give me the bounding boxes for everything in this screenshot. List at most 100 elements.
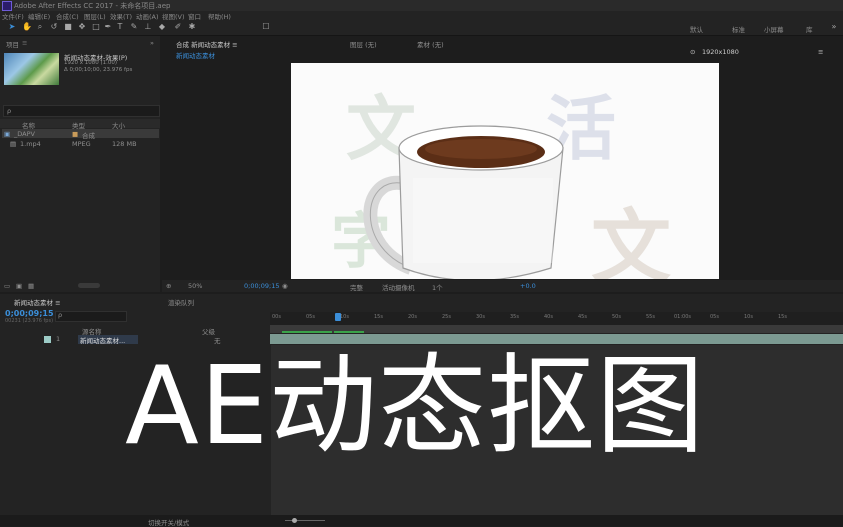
playhead[interactable]: [335, 313, 341, 321]
footage-icon: ▤: [10, 140, 17, 148]
zoom-slider[interactable]: [285, 520, 325, 521]
project-row-footage[interactable]: ▤ 1.mp4 MPEG 128 MB: [2, 139, 159, 148]
cache-indicator: [334, 331, 364, 333]
footage-tab[interactable]: 素材 (无): [417, 39, 444, 49]
app-icon: [2, 1, 12, 11]
ruler-tick: 55s: [646, 314, 655, 320]
timeline-tab[interactable]: 新闻动态素材 ≡: [14, 297, 61, 307]
ruler-tick: 05s: [306, 314, 315, 320]
layer-name: 新闻动态素材...: [80, 337, 126, 345]
workspace-default[interactable]: 默认: [690, 24, 703, 34]
ruler-tick: 15s: [374, 314, 383, 320]
project-scroll[interactable]: [78, 283, 100, 288]
search-icon: ρ: [58, 311, 63, 319]
zoom-slider-handle[interactable]: [292, 518, 297, 523]
pan-behind-tool-icon[interactable]: ✥: [78, 23, 86, 31]
row-name: _DAPV: [14, 130, 35, 138]
snapshot-icon[interactable]: ◉: [282, 282, 288, 290]
camera-dropdown[interactable]: 活动摄像机: [382, 282, 415, 292]
more-workspaces-icon[interactable]: »: [830, 23, 838, 31]
composition-subtab[interactable]: 新闻动态素材: [176, 50, 215, 60]
rectangle-tool-icon[interactable]: □: [92, 23, 100, 31]
selection-tool-icon[interactable]: ➤: [8, 23, 16, 31]
tools-toolbar: ➤ ✋ ⌕ ↺ ■ ✥ □ ✒ T ✎ ⊥ ◆ ✐ ✱ ☐ 默认 标准 小屏幕 …: [0, 20, 843, 36]
interpret-footage-icon[interactable]: ▭: [4, 282, 10, 290]
viewer-menu-icon[interactable]: ≡: [818, 48, 823, 56]
camera-tool-icon[interactable]: ■: [64, 23, 72, 31]
ruler-tick: 20s: [408, 314, 417, 320]
exposure-value[interactable]: +0.0: [520, 282, 536, 290]
time-ruler[interactable]: 00s 05s 10s 15s 20s 25s 30s 35s 40s 45s …: [270, 312, 843, 326]
new-folder-icon[interactable]: ▣: [16, 282, 22, 290]
ruler-tick: 05s: [710, 314, 719, 320]
row-name: 1.mp4: [20, 140, 41, 148]
status-bar: 切换开关/模式: [0, 515, 843, 527]
brush-tool-icon[interactable]: ✎: [130, 23, 138, 31]
hand-tool-icon[interactable]: ✋: [22, 23, 32, 31]
magnification-icon[interactable]: ⊕: [166, 282, 171, 290]
timeline-timecode[interactable]: 0;00;09;15: [5, 309, 54, 318]
layer-tab[interactable]: 图层 (无): [350, 39, 377, 49]
viewer-timecode[interactable]: 0;00;09;15: [244, 282, 280, 290]
frame-info: 00231 (23.976 fps): [5, 318, 54, 324]
layer-label-color[interactable]: [44, 336, 51, 343]
lock-icon: ⊙: [690, 48, 696, 56]
cache-indicator: [282, 331, 332, 333]
ruler-tick: 25s: [442, 314, 451, 320]
project-search-input[interactable]: ρ: [3, 105, 160, 117]
puppet-tool-icon[interactable]: ✱: [188, 23, 196, 31]
work-area-bar[interactable]: [270, 325, 843, 333]
pen-tool-icon[interactable]: ✒: [104, 23, 112, 31]
panel-menu-icon[interactable]: ≡: [22, 39, 27, 47]
row-size: 128 MB: [112, 140, 137, 148]
label-color-icon: ■: [72, 130, 79, 138]
ruler-tick: 15s: [778, 314, 787, 320]
render-queue-tab[interactable]: 渲染队列: [168, 297, 194, 307]
eraser-tool-icon[interactable]: ◆: [158, 23, 166, 31]
project-item-dimensions: 1920 x 1080 (1.00): [64, 60, 118, 66]
row-type: MPEG: [72, 140, 91, 148]
views-dropdown[interactable]: 1个: [432, 282, 443, 292]
project-row-composition[interactable]: ▣ _DAPV ■ 合成: [2, 129, 159, 140]
workspace-library[interactable]: 库: [806, 24, 813, 34]
window-title: Adobe After Effects CC 2017 - 未命名项目.aep: [14, 2, 171, 10]
footage-thumbnail: [4, 53, 59, 85]
layer-duration-bar[interactable]: [270, 334, 843, 344]
overlay-title: AE动态抠图: [125, 344, 706, 469]
rotate-tool-icon[interactable]: ↺: [50, 23, 58, 31]
resolution-dropdown[interactable]: 完整: [350, 282, 363, 292]
watermark-glyph: 文: [591, 200, 671, 279]
ruler-tick: 10s: [340, 314, 349, 320]
ruler-tick: 50s: [612, 314, 621, 320]
ruler-tick: 45s: [578, 314, 587, 320]
workspace-standard[interactable]: 标准: [732, 24, 745, 34]
ruler-tick: 40s: [544, 314, 553, 320]
ruler-tick: 10s: [744, 314, 753, 320]
project-column-header: 名称 类型 大小: [0, 119, 160, 130]
zoom-dropdown[interactable]: 50%: [188, 282, 202, 290]
ruler-tick: 30s: [476, 314, 485, 320]
snapping-checkbox[interactable]: ☐: [262, 23, 270, 31]
resolution-label: 1920x1080: [702, 48, 739, 56]
layer-index: 1: [56, 335, 61, 343]
clone-stamp-tool-icon[interactable]: ⊥: [144, 23, 152, 31]
viewer-controls-bar: ⊕ 50% 0;00;09;15 ◉ 完整 活动摄像机 1个 +0.0: [162, 280, 843, 292]
type-tool-icon[interactable]: T: [116, 23, 124, 31]
ruler-tick: 01:00s: [674, 314, 692, 320]
timeline-search-input[interactable]: [55, 311, 127, 322]
ruler-tick: 00s: [272, 314, 281, 320]
new-composition-icon[interactable]: ▦: [28, 282, 34, 290]
ruler-tick: 35s: [510, 314, 519, 320]
workspace-small-screen[interactable]: 小屏幕: [764, 24, 784, 34]
title-bar: Adobe After Effects CC 2017 - 未命名项目.aep: [0, 0, 843, 11]
roto-brush-tool-icon[interactable]: ✐: [174, 23, 182, 31]
menu-bar: 文件(F) 编辑(E) 合成(C) 图层(L) 效果(T) 动画(A) 视图(V…: [0, 11, 843, 21]
project-item-duration: Δ 0;00;10;00, 23.976 fps: [64, 67, 133, 73]
project-tab[interactable]: 项目: [6, 39, 19, 49]
zoom-tool-icon[interactable]: ⌕: [36, 23, 44, 31]
project-footer-bar: ▭ ▣ ▦: [0, 280, 160, 292]
composition-icon: ▣: [4, 130, 11, 138]
panel-overflow-icon[interactable]: »: [150, 39, 154, 47]
composition-tab[interactable]: 合成 新闻动态素材 ≡: [176, 39, 238, 49]
composition-canvas: 文 活 文 字: [291, 63, 719, 279]
